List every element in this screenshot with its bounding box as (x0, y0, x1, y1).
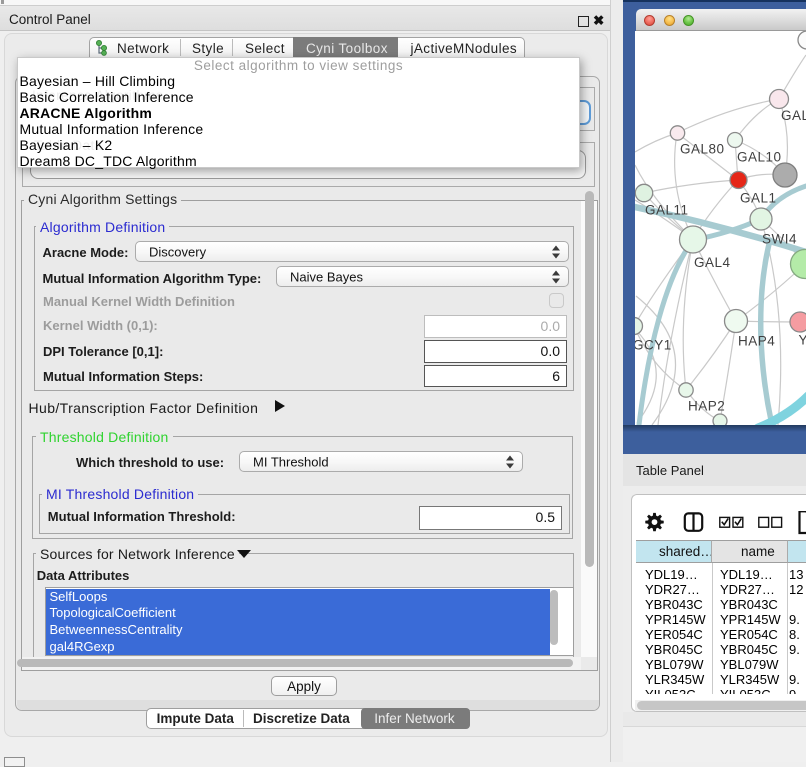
svg-text:GAL10: GAL10 (737, 150, 782, 165)
svg-text:HAP2: HAP2 (688, 399, 725, 414)
svg-text:HAP4: HAP4 (738, 334, 775, 349)
svg-text:GCY1: GCY1 (635, 338, 672, 353)
svg-text:GAL1: GAL1 (740, 191, 777, 206)
svg-text:GAL: GAL (781, 108, 806, 123)
svg-text:GAL80: GAL80 (680, 142, 725, 157)
svg-text:GAL11: GAL11 (645, 203, 689, 218)
svg-text:GAL4: GAL4 (694, 255, 731, 270)
svg-text:SWI4: SWI4 (762, 232, 797, 247)
svg-text:Y: Y (799, 333, 806, 348)
